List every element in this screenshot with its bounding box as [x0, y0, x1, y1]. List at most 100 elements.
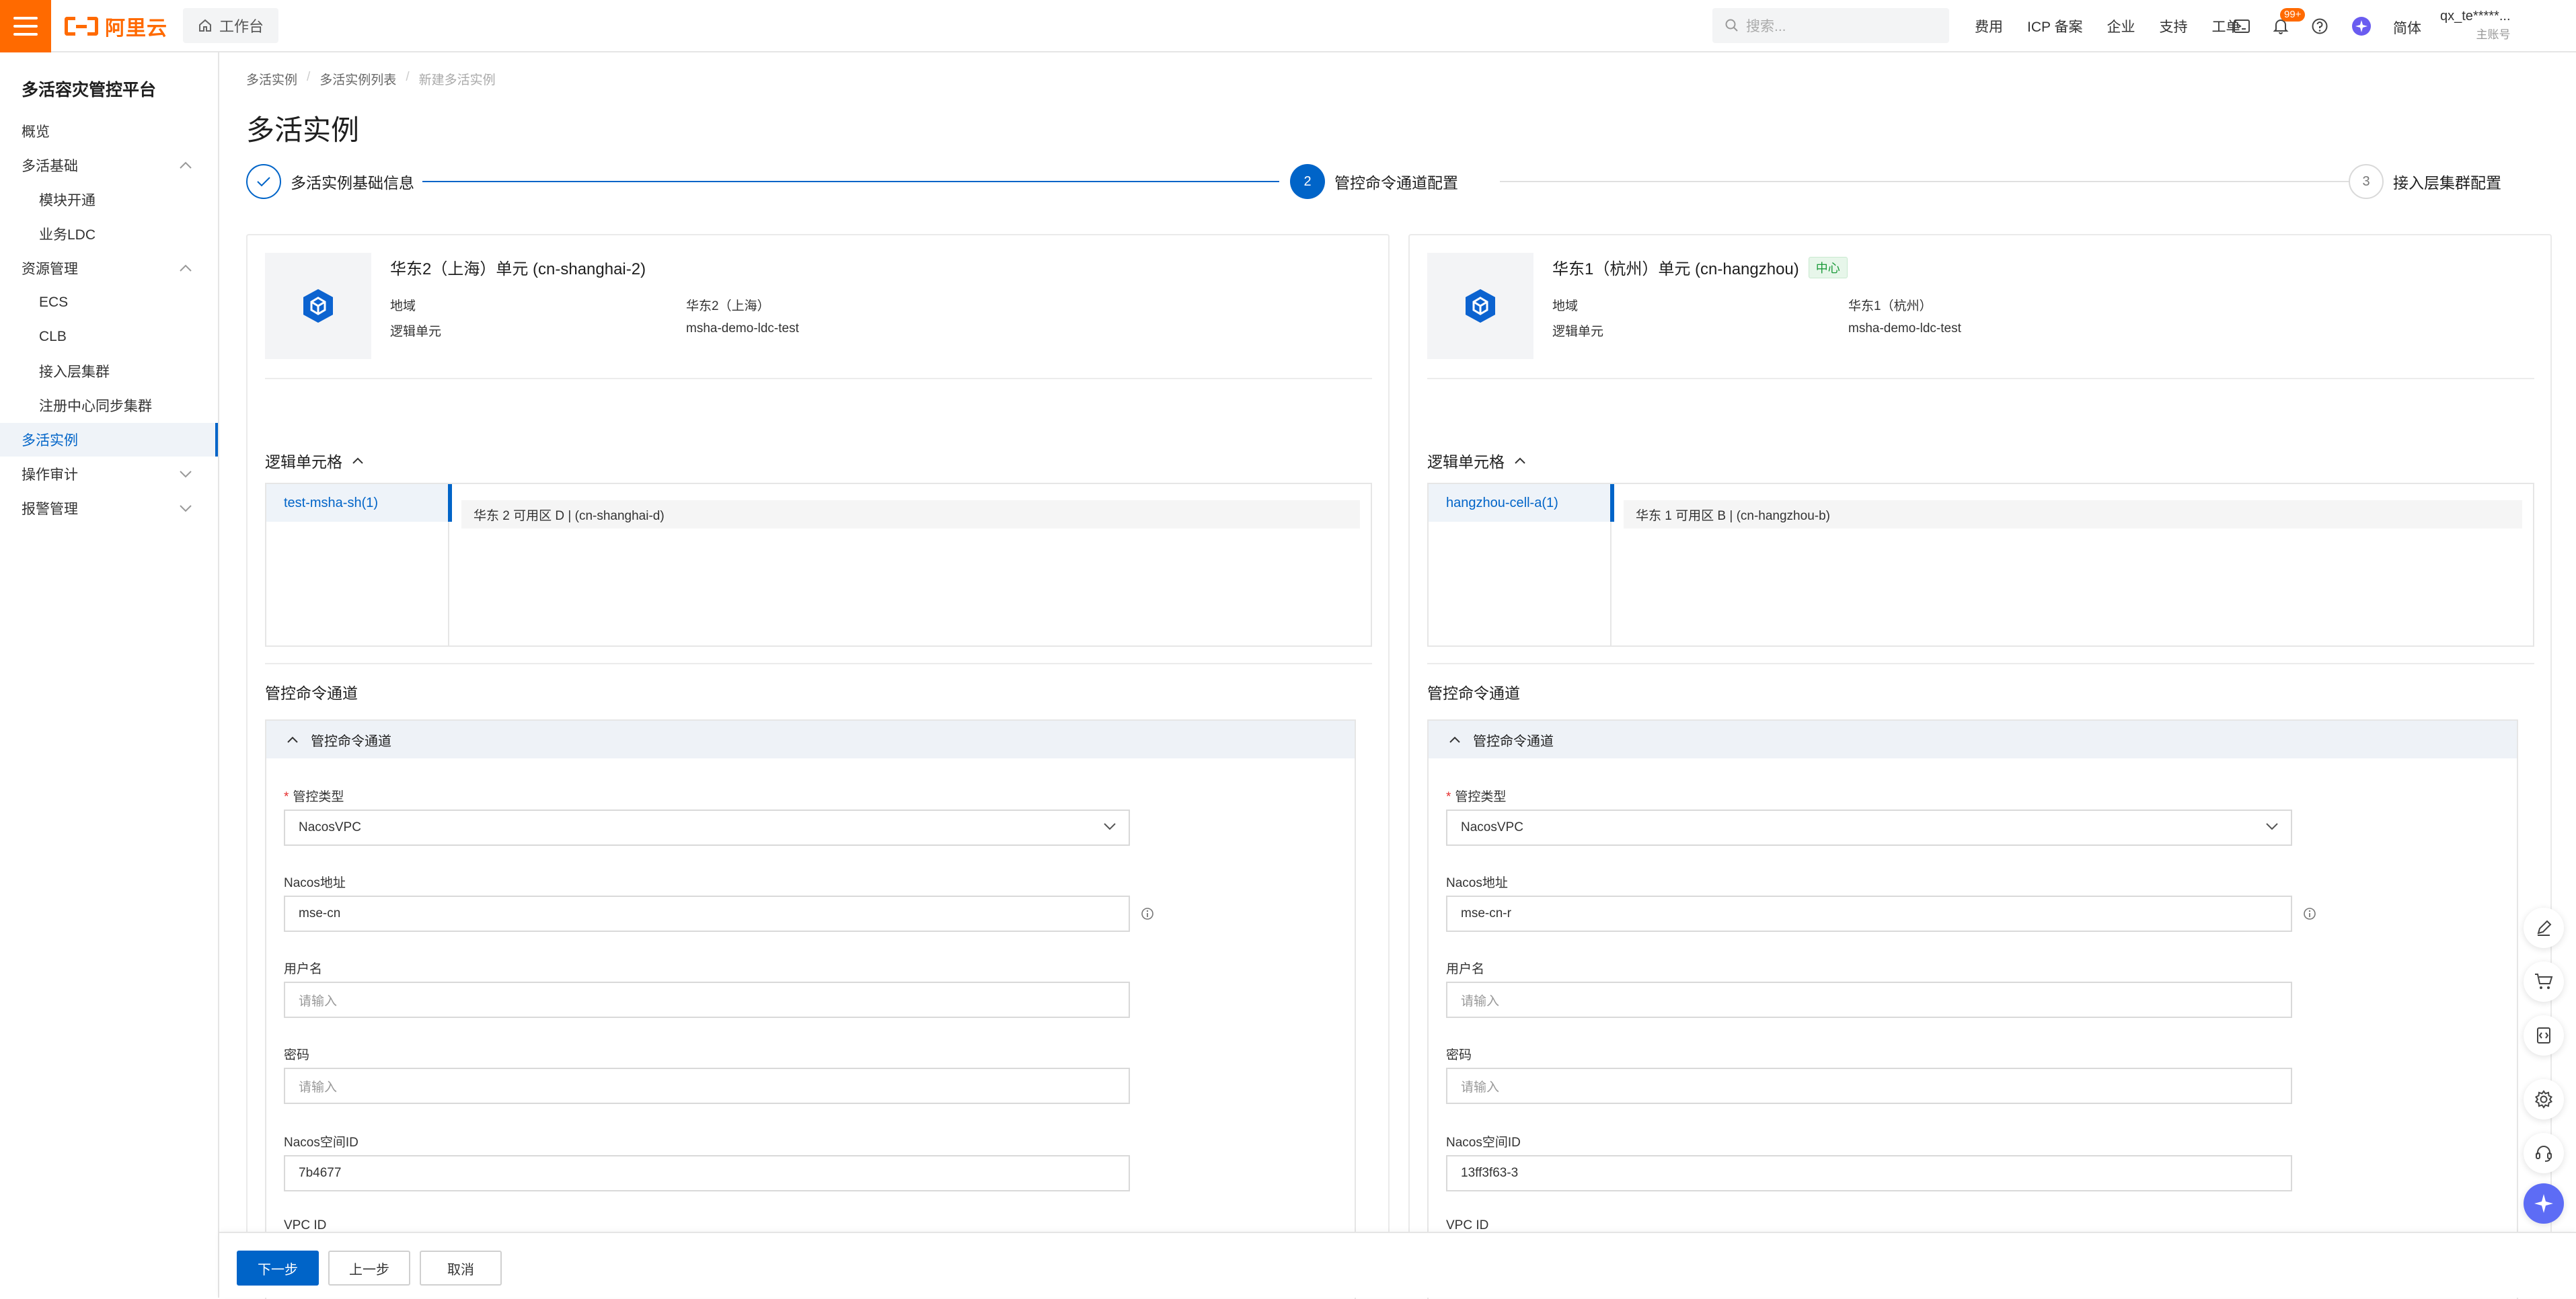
api-icon[interactable]	[2524, 1015, 2564, 1056]
cells-section-title[interactable]: 逻辑单元格	[1427, 449, 1526, 472]
channel-section-title: 管控命令通道	[265, 680, 358, 703]
channel-group-header[interactable]: 管控命令通道	[1429, 721, 2517, 758]
customer-service-icon[interactable]	[2524, 1133, 2564, 1173]
zone-text: 华东 2 可用区 D | (cn-shanghai-d)	[473, 508, 665, 523]
sidebar-item-access-cluster[interactable]: 接入层集群	[0, 354, 218, 388]
sidebar-item-business-ldc[interactable]: 业务LDC	[0, 217, 218, 251]
nacos-address-input[interactable]: mse-cn	[284, 896, 1130, 932]
sidebar-item-resources[interactable]: 资源管理	[0, 251, 218, 285]
username-placeholder: 请输入	[299, 994, 338, 1009]
top-bar: 阿里云 工作台 搜索... 费用 ICP 备案 企业 支持 工单 99+ 简体 …	[0, 0, 2576, 52]
cell-name: hangzhou-cell-a(1)	[1446, 495, 1558, 510]
logo-mark-icon	[65, 15, 98, 38]
help-icon[interactable]	[2308, 15, 2331, 38]
workbench-button[interactable]: 工作台	[183, 8, 279, 43]
sidebar-item-module-enable[interactable]: 模块开通	[0, 183, 218, 216]
sidebar-item-label: CLB	[39, 329, 67, 344]
terminal-icon[interactable]	[2230, 15, 2253, 38]
breadcrumb-item[interactable]: 多活实例	[246, 70, 297, 88]
aliyun-logo[interactable]: 阿里云	[65, 13, 167, 40]
nacos-address-value: mse-cn	[299, 906, 341, 920]
sidebar-item-basics[interactable]: 多活基础	[0, 149, 218, 182]
nav-link-icp[interactable]: ICP 备案	[2027, 16, 2082, 36]
sidebar-item-registry-sync[interactable]: 注册中心同步集群	[0, 389, 218, 422]
region-title: 华东2（上海）单元 (cn-shanghai-2)	[390, 255, 646, 279]
cube-icon	[1427, 253, 1533, 359]
chevron-up-icon	[180, 264, 192, 272]
user-role: 主账号	[2476, 28, 2511, 41]
region-title: 华东1（杭州）单元 (cn-hangzhou) 中心	[1552, 255, 1848, 279]
region-title-text: 华东1（杭州）单元 (cn-hangzhou)	[1552, 260, 1799, 278]
sidebar-item-audit[interactable]: 操作审计	[0, 457, 218, 491]
password-label: 密码	[1446, 1048, 1472, 1062]
namespace-input[interactable]: 7b4677	[284, 1155, 1130, 1191]
chevron-down-icon	[180, 471, 192, 478]
password-input[interactable]: 请输入	[1446, 1068, 2292, 1104]
namespace-input[interactable]: 13ff3f63-3	[1446, 1155, 2292, 1191]
cells-section-title[interactable]: 逻辑单元格	[265, 449, 364, 472]
cells-title-text: 逻辑单元格	[1427, 453, 1505, 471]
cells-title-text: 逻辑单元格	[265, 453, 342, 471]
next-button[interactable]: 下一步	[237, 1251, 319, 1286]
breadcrumb-separator: /	[307, 70, 311, 84]
type-select[interactable]: NacosVPC	[284, 810, 1130, 846]
sidebar-item-ecs[interactable]: ECS	[0, 286, 218, 319]
workbench-label: 工作台	[219, 18, 264, 35]
ai-assistant-icon[interactable]	[2350, 15, 2373, 38]
nacos-address-value: mse-cn-r	[1461, 906, 1511, 920]
username-input[interactable]: 请输入	[1446, 982, 2292, 1018]
bell-icon[interactable]: 99+	[2269, 8, 2306, 38]
channel-group: 管控命令通道 * 管控类型 NacosVPC Nacos地址 mse-cn 用户名…	[265, 719, 1356, 1299]
sidebar-item-multi-active-instance[interactable]: 多活实例	[0, 423, 218, 457]
language-switch[interactable]: 简体	[2393, 17, 2421, 38]
type-label-text: 管控类型	[293, 790, 344, 804]
zone-text: 华东 1 可用区 B | (cn-hangzhou-b)	[1636, 508, 1830, 523]
sidebar-item-alarm[interactable]: 报警管理	[0, 491, 218, 525]
info-icon[interactable]	[1141, 907, 1154, 920]
channel-group-header[interactable]: 管控命令通道	[266, 721, 1355, 758]
divider	[1427, 378, 2534, 379]
region-panel-shanghai: 华东2（上海）单元 (cn-shanghai-2) 地域 华东2（上海） 逻辑单…	[246, 234, 1390, 1299]
home-icon	[199, 19, 211, 32]
cell-tab-selected[interactable]: test-msha-sh(1)	[266, 484, 452, 522]
ai-sparkle-icon[interactable]	[2524, 1183, 2564, 1224]
divider	[1427, 663, 2534, 664]
cell-tab-selected[interactable]: hangzhou-cell-a(1)	[1429, 484, 1614, 522]
step-2[interactable]: 2 管控命令通道配置	[1290, 163, 1458, 200]
region-label: 地域	[1552, 299, 1579, 313]
sidebar-item-overview[interactable]: 概览	[0, 114, 218, 148]
type-select[interactable]: NacosVPC	[1446, 810, 2292, 846]
chevron-down-icon	[180, 505, 192, 512]
unit-label: 逻辑单元	[390, 325, 442, 339]
nav-link-enterprise[interactable]: 企业	[2107, 16, 2135, 36]
menu-icon[interactable]	[0, 0, 51, 52]
breadcrumb-item[interactable]: 多活实例列表	[319, 70, 396, 88]
step-label: 管控命令通道配置	[1334, 174, 1458, 192]
step-3[interactable]: 3 接入层集群配置	[2349, 163, 2501, 200]
prev-button[interactable]: 上一步	[328, 1251, 410, 1286]
password-placeholder: 请输入	[1461, 1080, 1500, 1095]
nav-link-billing[interactable]: 费用	[1975, 16, 2003, 36]
chevron-up-icon	[180, 161, 192, 169]
notification-badge: 99+	[2280, 8, 2306, 22]
sidebar-item-clb[interactable]: CLB	[0, 320, 218, 354]
cart-icon[interactable]	[2524, 961, 2564, 1002]
settings-icon[interactable]	[2524, 1079, 2564, 1119]
channel-group-title: 管控命令通道	[311, 734, 391, 749]
nav-link-support[interactable]: 支持	[2159, 16, 2187, 36]
cancel-button[interactable]: 取消	[420, 1251, 502, 1286]
user-account-menu[interactable]: qx_te*****... 主账号	[2440, 7, 2511, 44]
step-number: 2	[1290, 164, 1325, 199]
global-search-input[interactable]: 搜索...	[1712, 8, 1949, 43]
sidebar-item-label: 多活基础	[22, 159, 78, 174]
step-1[interactable]: 多活实例基础信息	[246, 163, 414, 200]
edit-icon[interactable]	[2524, 908, 2564, 948]
step-connector-done	[422, 181, 1279, 182]
page-title: 多活实例	[246, 114, 360, 146]
chevron-up-icon	[287, 736, 298, 743]
password-input[interactable]: 请输入	[284, 1068, 1130, 1104]
info-icon[interactable]	[2303, 907, 2316, 920]
username-input[interactable]: 请输入	[284, 982, 1130, 1018]
nacos-address-input[interactable]: mse-cn-r	[1446, 896, 2292, 932]
cells-list: test-msha-sh(1)	[266, 484, 452, 645]
